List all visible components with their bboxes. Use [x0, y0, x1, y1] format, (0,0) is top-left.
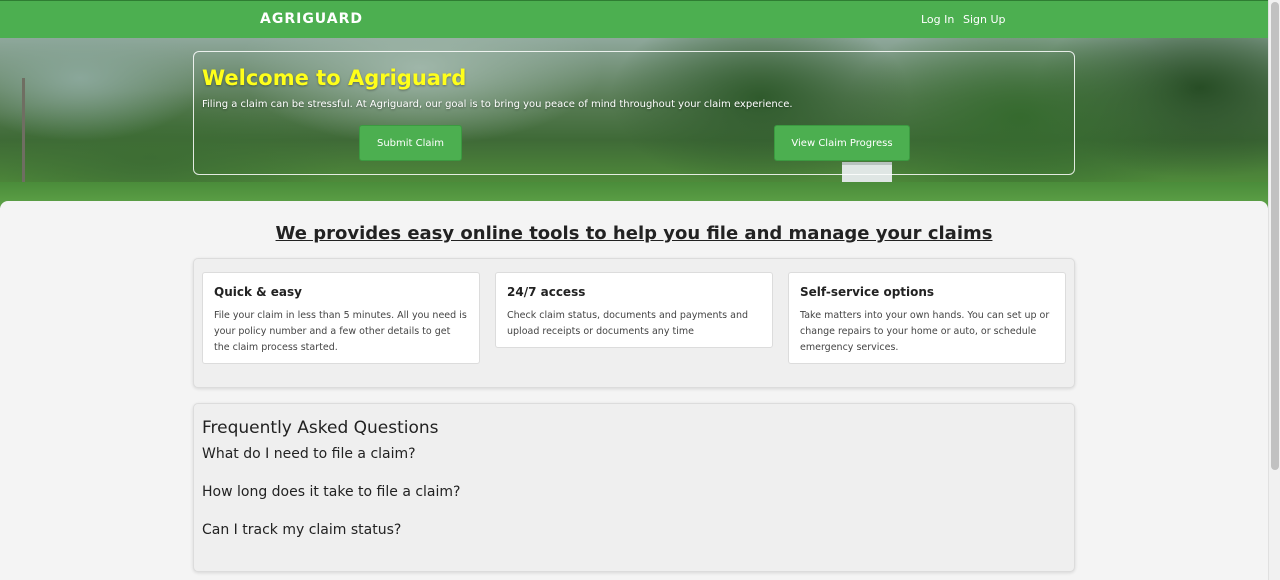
faq-question[interactable]: What do I need to file a claim?	[202, 446, 416, 462]
faq-question[interactable]: Can I track my claim status?	[202, 522, 401, 538]
feature-card-24-7-access: 24/7 access Check claim status, document…	[495, 272, 773, 348]
tagline-heading: We provides easy online tools to help yo…	[275, 223, 993, 244]
feature-card-self-service: Self-service options Take matters into y…	[788, 272, 1066, 364]
faq-question[interactable]: How long does it take to file a claim?	[202, 484, 460, 500]
faq-title: Frequently Asked Questions	[202, 418, 439, 438]
brand-logo[interactable]: AGRIGUARD	[260, 11, 363, 27]
login-link[interactable]: Log In	[921, 13, 954, 26]
scrollbar-thumb[interactable]	[1271, 2, 1279, 470]
top-navbar: AGRIGUARD Log In Sign Up	[0, 0, 1268, 38]
feature-title: 24/7 access	[507, 285, 586, 299]
hero-title: Welcome to Agriguard	[202, 66, 467, 90]
view-claim-progress-button[interactable]: View Claim Progress	[774, 125, 910, 161]
feature-text: File your claim in less than 5 minutes. …	[214, 310, 467, 353]
hero-panel: Welcome to Agriguard Filing a claim can …	[193, 51, 1075, 175]
submit-claim-button[interactable]: Submit Claim	[359, 125, 462, 161]
faq-section: Frequently Asked Questions What do I nee…	[193, 403, 1075, 572]
feature-title: Self-service options	[800, 285, 935, 299]
feature-text: Check claim status, documents and paymen…	[507, 310, 749, 337]
feature-title: Quick & easy	[214, 285, 302, 299]
hero-banner: Welcome to Agriguard Filing a claim can …	[0, 38, 1268, 208]
feature-text: Take matters into your own hands. You ca…	[800, 310, 1050, 353]
signup-link[interactable]: Sign Up	[963, 13, 1006, 26]
page-scrollbar[interactable]	[1268, 0, 1280, 580]
features-section: Quick & easy File your claim in less tha…	[193, 258, 1075, 388]
feature-card-quick-easy: Quick & easy File your claim in less tha…	[202, 272, 480, 364]
hero-subtitle: Filing a claim can be stressful. At Agri…	[202, 99, 793, 110]
main-content: We provides easy online tools to help yo…	[0, 201, 1268, 580]
